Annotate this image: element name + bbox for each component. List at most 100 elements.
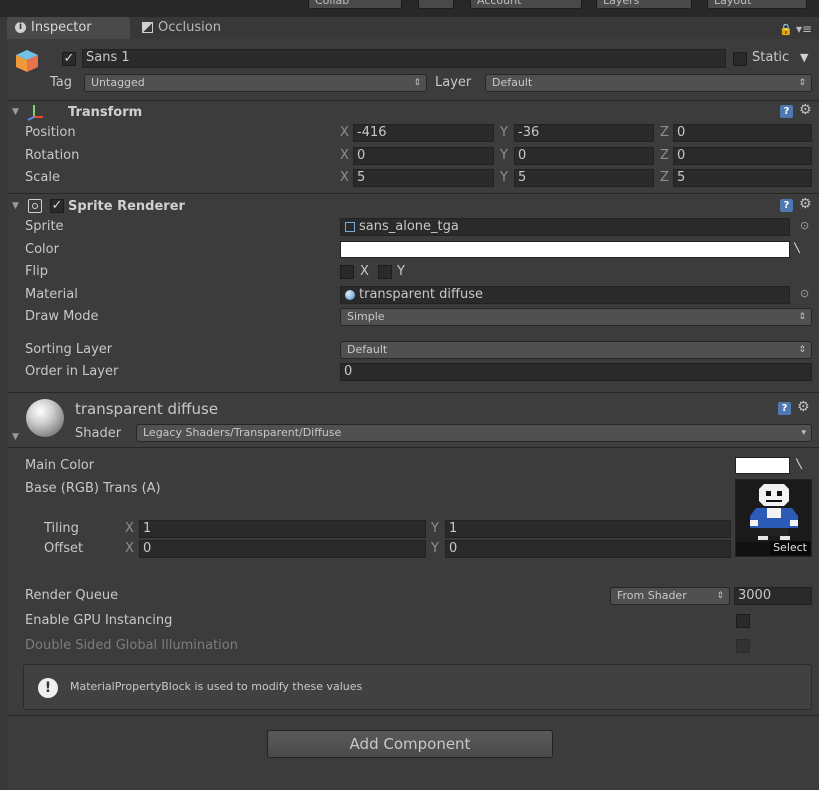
object-picker-icon[interactable]: ⊙ [800,219,809,232]
divider [8,447,819,448]
help-icon[interactable]: ? [778,402,791,415]
order-in-layer-input[interactable]: 0 [340,363,812,381]
info-icon: ! [38,678,58,698]
scale-x-input[interactable]: 5 [353,169,494,187]
tab-occlusion[interactable]: Occlusion [134,17,264,39]
gpu-instancing-checkbox[interactable] [736,614,750,628]
flip-x-checkbox[interactable] [340,265,354,279]
collab-button[interactable]: Collab [308,0,402,9]
axis-x-label: X [340,125,349,140]
axis-x-label: X [340,148,349,163]
render-queue-mode-dropdown[interactable]: From Shader ⇕ [610,587,730,605]
rotation-y-input[interactable]: 0 [514,147,654,165]
position-z-input[interactable]: 0 [673,124,812,142]
axis-y-label: Y [431,521,439,536]
tab-inspector-label: Inspector [31,20,92,35]
offset-x-input[interactable]: 0 [139,540,426,558]
tag-dropdown[interactable]: Untagged ⇕ [84,74,427,92]
texture-select-button[interactable]: Select [770,541,810,555]
foldout-arrow-icon[interactable]: ▼ [12,432,19,442]
gpu-instancing-label: Enable GPU Instancing [25,613,173,628]
help-icon[interactable]: ? [780,105,793,118]
static-checkbox[interactable] [733,52,747,66]
render-queue-mode-value: From Shader [617,589,687,602]
axis-z-label: Z [660,148,669,163]
rotation-label: Rotation [25,148,80,163]
rotation-x-input[interactable]: 0 [353,147,494,165]
foldout-arrow-icon[interactable]: ▼ [12,201,19,211]
sprite-asset-icon [345,222,355,232]
divider [8,715,819,716]
layers-dropdown[interactable]: Layers [596,0,692,9]
tiling-label: Tiling [44,521,79,536]
divider [8,193,819,194]
add-component-button[interactable]: Add Component [267,730,553,758]
updown-icon: ⇕ [716,591,724,601]
gear-icon[interactable]: ⚙ [797,399,810,415]
color-label: Color [25,242,59,257]
flip-x-label: X [360,264,369,279]
layer-label: Layer [435,75,472,90]
position-label: Position [25,125,76,140]
layer-value: Default [492,76,533,89]
texture-slot[interactable]: Select [735,479,812,557]
position-y-input[interactable]: -36 [514,124,654,142]
transform-axis-icon [26,103,44,121]
object-picker-icon[interactable]: ⊙ [800,287,809,300]
updown-icon: ⇕ [798,312,806,322]
material-sphere-icon [345,290,355,300]
info-icon: i [15,22,26,33]
help-icon[interactable]: ? [780,199,793,212]
chevron-down-icon: ▾ [801,428,806,438]
account-dropdown[interactable]: Account [470,0,582,9]
flip-y-checkbox[interactable] [378,265,392,279]
render-queue-input[interactable]: 3000 [734,587,812,605]
draw-mode-dropdown[interactable]: Simple ⇕ [340,308,812,326]
sprite-renderer-title[interactable]: Sprite Renderer [68,199,185,214]
cloud-button[interactable] [418,0,454,9]
shader-label: Shader [75,426,122,441]
top-toolbar: Collab Account Layers Layout [0,0,819,17]
position-x-input[interactable]: -416 [353,124,494,142]
axis-y-label: Y [500,125,508,140]
color-swatch[interactable] [340,241,790,258]
axis-x-label: X [125,541,134,556]
sprite-object-field[interactable]: sans_alone_tga [340,218,790,236]
foldout-arrow-icon[interactable]: ▼ [12,107,19,117]
double-sided-gi-checkbox [736,639,750,653]
material-label: Material [25,287,78,302]
main-color-label: Main Color [25,458,95,473]
updown-icon: ⇕ [413,78,421,88]
layer-dropdown[interactable]: Default ⇕ [485,74,812,92]
shader-dropdown[interactable]: Legacy Shaders/Transparent/Diffuse ▾ [136,424,812,442]
transform-title[interactable]: Transform [68,105,142,120]
offset-y-input[interactable]: 0 [445,540,731,558]
order-in-layer-label: Order in Layer [25,364,119,379]
main-color-swatch[interactable] [735,457,790,474]
material-object-field[interactable]: transparent diffuse [340,286,790,304]
layout-dropdown[interactable]: Layout [707,0,807,9]
tab-menu-icon[interactable]: ▾≡ [796,22,812,36]
active-checkbox[interactable]: ✓ [62,52,76,66]
double-sided-gi-label: Double Sided Global Illumination [25,638,238,653]
sprite-label: Sprite [25,219,64,234]
sorting-layer-value: Default [347,343,388,356]
flip-label: Flip [25,264,48,279]
static-dropdown-icon[interactable]: ▼ [800,51,808,64]
rotation-z-input[interactable]: 0 [673,147,812,165]
offset-label: Offset [44,541,84,556]
gear-icon[interactable]: ⚙ [799,102,812,118]
axis-x-label: X [125,521,134,536]
tiling-y-input[interactable]: 1 [445,520,731,538]
sorting-layer-dropdown[interactable]: Default ⇕ [340,341,812,359]
tiling-x-input[interactable]: 1 [139,520,426,538]
lock-icon[interactable]: 🔒 [779,23,793,36]
scale-z-input[interactable]: 5 [673,169,812,187]
gear-icon[interactable]: ⚙ [799,196,812,212]
info-message: MaterialPropertyBlock is used to modify … [70,680,363,693]
tab-inspector[interactable]: i Inspector [7,17,130,39]
gameobject-name-input[interactable]: Sans 1 [82,49,726,68]
scale-y-input[interactable]: 5 [514,169,654,187]
flip-y-label: Y [397,264,405,279]
sprite-renderer-enabled-checkbox[interactable]: ✓ [50,199,64,213]
